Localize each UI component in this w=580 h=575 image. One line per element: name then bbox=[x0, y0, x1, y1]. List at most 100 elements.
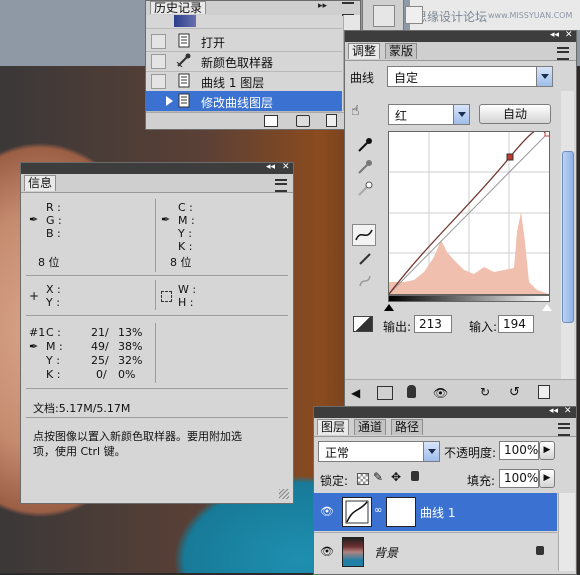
back-arrow-icon[interactable]: ◀ bbox=[351, 386, 367, 402]
collapse-icon[interactable]: ◂◂ bbox=[266, 162, 275, 172]
output-field[interactable]: 213 bbox=[414, 315, 452, 333]
history-panel-menu-button[interactable]: ▸▸ bbox=[318, 1, 330, 13]
history-panel-options-icon[interactable] bbox=[342, 2, 354, 16]
move-icon[interactable]: ✥ bbox=[391, 470, 407, 486]
history-snapshot-row[interactable] bbox=[146, 15, 342, 29]
scroll-thumb[interactable] bbox=[562, 151, 574, 323]
opacity-slider-button[interactable]: ▶ bbox=[539, 441, 555, 460]
tab-channels[interactable]: 通道 bbox=[354, 419, 387, 435]
history-item-selected[interactable]: 修改曲线图层 bbox=[146, 91, 342, 112]
black-point-eyedropper-icon[interactable] bbox=[357, 137, 373, 153]
layer-name[interactable]: 曲线 1 bbox=[420, 504, 455, 521]
divider bbox=[26, 388, 288, 389]
lock-transparency-icon[interactable] bbox=[357, 473, 369, 485]
input-field[interactable]: 194 bbox=[498, 315, 534, 333]
visibility-eye-icon[interactable]: 👁 bbox=[433, 386, 449, 402]
layer-name[interactable]: 背景 bbox=[374, 544, 398, 561]
pencil-icon[interactable] bbox=[357, 251, 373, 267]
rgb-label-b: B : bbox=[46, 227, 61, 240]
tab-layers[interactable]: 图层 bbox=[317, 419, 350, 435]
channel-select-value: 红 bbox=[395, 109, 408, 123]
cmyk-eyedropper-icon[interactable]: ✒ bbox=[161, 213, 177, 229]
xy-label-y: Y : bbox=[46, 296, 60, 309]
close-icon[interactable]: ✕ bbox=[282, 162, 290, 172]
camera-icon[interactable] bbox=[296, 115, 310, 127]
black-point-slider[interactable] bbox=[384, 299, 394, 311]
on-image-adjust-icon[interactable]: ☝ bbox=[351, 103, 360, 119]
layer-mask-thumbnail[interactable] bbox=[386, 497, 416, 527]
visibility-eye-icon[interactable]: 👁 bbox=[320, 545, 336, 561]
history-source-checkbox[interactable] bbox=[151, 34, 166, 49]
history-item[interactable]: 曲线 1 图层 bbox=[146, 71, 342, 92]
layer-row-selected[interactable]: 👁 ∞ 曲线 1 bbox=[314, 493, 557, 531]
divider bbox=[155, 199, 156, 272]
rgb-eyedropper-icon[interactable]: ✒ bbox=[29, 213, 45, 229]
clip-to-layer-icon[interactable] bbox=[407, 385, 416, 398]
new-document-from-state-icon[interactable] bbox=[264, 115, 278, 127]
fill-slider-button[interactable]: ▶ bbox=[539, 469, 555, 488]
gray-point-eyedropper-icon[interactable] bbox=[357, 159, 373, 175]
history-source-checkbox[interactable] bbox=[151, 54, 166, 69]
history-source-checkbox[interactable] bbox=[151, 94, 166, 109]
panel-options-icon[interactable] bbox=[275, 179, 287, 192]
history-item[interactable]: 打开 bbox=[146, 31, 342, 52]
trash-icon[interactable] bbox=[538, 385, 550, 399]
layer-row[interactable]: 👁 背景 bbox=[314, 532, 557, 571]
curve-edit-points-icon[interactable] bbox=[352, 224, 376, 246]
bit-depth-right: 8 位 bbox=[170, 256, 192, 269]
blend-mode-value: 正常 bbox=[325, 446, 350, 460]
fill-field[interactable]: 100% bbox=[499, 469, 539, 488]
history-tab[interactable]: 历史记录 bbox=[150, 1, 207, 14]
adjustments-titlebar: ◂◂ ✕ bbox=[345, 30, 576, 42]
sampler-eyedropper-icon[interactable]: ✒ bbox=[29, 340, 45, 356]
sampler-percent: 32% bbox=[118, 354, 143, 367]
auto-button[interactable]: 自动 bbox=[479, 104, 551, 124]
curves-adjustment-thumbnail bbox=[342, 497, 372, 527]
white-point-eyedropper-icon[interactable] bbox=[357, 181, 373, 197]
sampler-id: #1 bbox=[29, 326, 46, 339]
brush-icon[interactable]: ✎ bbox=[373, 470, 389, 486]
document-icon bbox=[176, 73, 192, 88]
collapse-icon[interactable]: ◂◂ bbox=[549, 406, 558, 416]
channel-select[interactable]: 红 bbox=[388, 104, 470, 125]
link-icon[interactable]: ∞ bbox=[374, 505, 382, 516]
small-tool-button[interactable] bbox=[405, 6, 423, 24]
collapse-icon[interactable]: ◂◂ bbox=[550, 30, 559, 40]
white-point-slider[interactable] bbox=[542, 299, 552, 311]
opacity-field[interactable]: 100% bbox=[499, 441, 539, 460]
collapsed-panel-strip bbox=[362, 0, 404, 30]
history-source-checkbox[interactable] bbox=[151, 74, 166, 89]
panel-options-icon[interactable] bbox=[557, 47, 569, 60]
layers-titlebar: ◂◂ ✕ bbox=[314, 406, 576, 418]
tab-info[interactable]: 信息 bbox=[24, 175, 57, 191]
preset-select[interactable]: 自定 bbox=[387, 66, 553, 87]
panel-options-icon[interactable] bbox=[558, 423, 570, 436]
background-layer-thumbnail bbox=[342, 537, 364, 567]
lock-label: 锁定: bbox=[320, 474, 349, 488]
close-icon[interactable]: ✕ bbox=[564, 406, 572, 416]
expanded-view-icon[interactable] bbox=[377, 386, 393, 400]
info-panel: ◂◂ ✕ 信息 ✒ R : G : B : 8 位 ✒ C : M : Y : … bbox=[20, 162, 294, 504]
clipping-warning-icon[interactable] bbox=[353, 316, 373, 332]
lock-icon[interactable] bbox=[411, 471, 419, 481]
trash-icon[interactable] bbox=[326, 114, 337, 127]
visibility-eye-icon[interactable]: 👁 bbox=[320, 505, 336, 521]
bit-depth-left: 8 位 bbox=[38, 256, 60, 269]
adjustments-scrollbar[interactable] bbox=[561, 91, 574, 391]
rgb-label-r: R : bbox=[46, 201, 61, 214]
history-brush-icon[interactable] bbox=[373, 5, 395, 27]
tab-paths[interactable]: 路径 bbox=[391, 419, 424, 435]
sampler-value: 21/ bbox=[91, 326, 109, 339]
layers-scrollbar[interactable] bbox=[558, 493, 575, 571]
fill-label: 填充: bbox=[467, 474, 496, 488]
close-icon[interactable]: ✕ bbox=[565, 30, 573, 40]
resize-grip[interactable] bbox=[279, 489, 289, 499]
view-previous-state-icon[interactable]: ↻ bbox=[480, 385, 496, 401]
tab-adjustments[interactable]: 调整 bbox=[348, 43, 381, 59]
history-item[interactable]: 新颜色取样器 bbox=[146, 51, 342, 72]
info-titlebar: ◂◂ ✕ bbox=[21, 162, 293, 174]
reset-icon[interactable]: ↺ bbox=[509, 385, 525, 401]
blend-mode-select[interactable]: 正常 bbox=[318, 441, 440, 462]
curves-graph[interactable] bbox=[388, 131, 550, 295]
tab-masks[interactable]: 蒙版 bbox=[385, 43, 418, 59]
